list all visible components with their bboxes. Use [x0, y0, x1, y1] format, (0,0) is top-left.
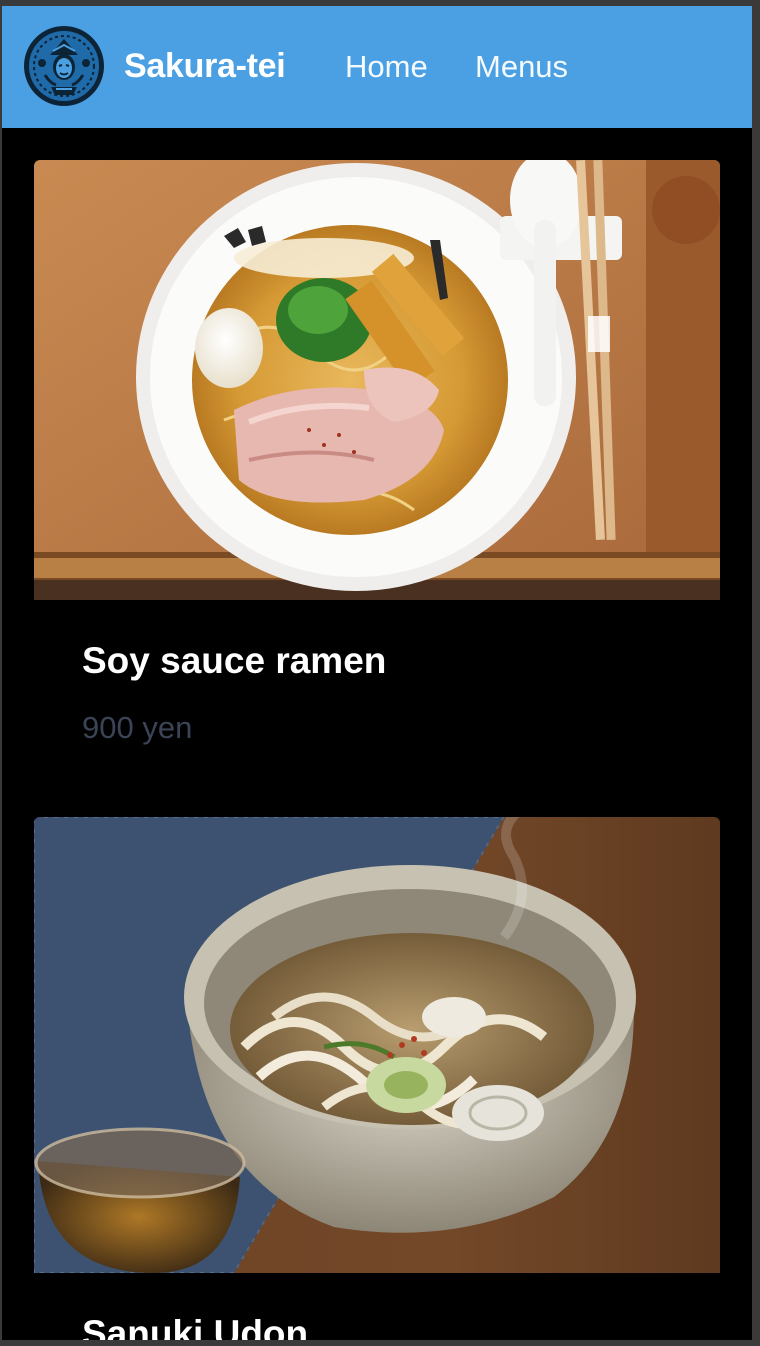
udon-bowl-photo	[34, 817, 720, 1273]
menu-card[interactable]: Sanuki Udon	[34, 817, 720, 1340]
menu-card[interactable]: Soy sauce ramen 900 yen	[34, 160, 720, 790]
ramen-bowl-photo	[34, 160, 720, 600]
page-viewport: Sakura-tei Home Menus Soy sauce ramen 90…	[2, 6, 752, 1340]
brand-name[interactable]: Sakura-tei	[124, 47, 286, 86]
menu-item-name: Soy sauce ramen	[82, 640, 387, 681]
menu-item-price: 900 yen	[82, 710, 193, 745]
menu-item-name: Sanuki Udon	[82, 1313, 309, 1340]
samurai-logo-icon[interactable]	[23, 25, 105, 107]
navbar: Sakura-tei Home Menus	[2, 6, 752, 128]
nav-link-menus[interactable]: Menus	[475, 49, 568, 85]
nav-link-home[interactable]: Home	[345, 49, 428, 85]
